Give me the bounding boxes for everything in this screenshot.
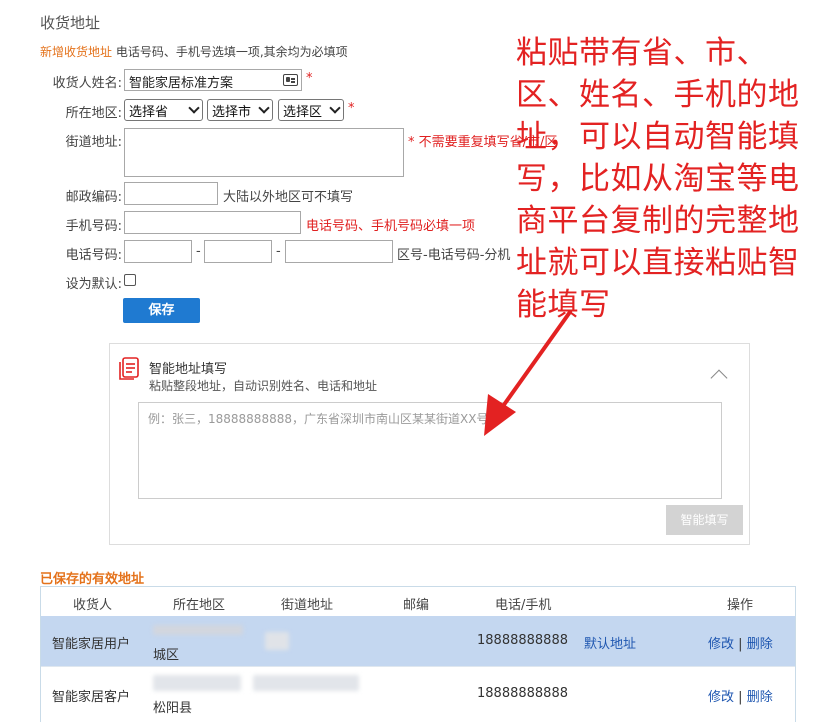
save-button[interactable]: 保存 bbox=[123, 298, 200, 323]
smart-panel-subtitle: 粘贴整段地址，自动识别姓名、电话和地址 bbox=[149, 379, 378, 393]
smart-address-placeholder: 例：张三，18888888888，广东省深圳市南山区某某街道XX号 bbox=[148, 412, 489, 426]
postal-input[interactable] bbox=[124, 182, 218, 205]
street-label: 街道地址: bbox=[65, 135, 122, 150]
phone-dash: - bbox=[196, 244, 201, 259]
chevron-down-icon bbox=[188, 102, 200, 114]
edit-link[interactable]: 修改 bbox=[708, 690, 734, 705]
province-value: 选择省 bbox=[129, 105, 169, 120]
header-street: 街道地址 bbox=[281, 598, 334, 613]
table-row[interactable]: 智能家居客户 松阳县 18888888888 修改 | 删除 bbox=[41, 666, 795, 722]
contact-card-icon[interactable] bbox=[283, 74, 298, 86]
phone-note: 区号-电话号码-分机 bbox=[397, 248, 511, 263]
header-phone: 电话/手机 bbox=[495, 598, 552, 613]
edit-link[interactable]: 修改 bbox=[708, 637, 734, 652]
province-select[interactable]: 选择省 bbox=[124, 99, 203, 121]
form-subheader: 新增收货地址 电话号码、手机号选填一项,其余均为必填项 bbox=[40, 43, 348, 60]
section-title: 收货地址 bbox=[40, 14, 101, 32]
redacted-region bbox=[153, 625, 243, 635]
saved-address-table: 收货人 所在地区 街道地址 邮编 电话/手机 操作 智能家居用户 城区 1888… bbox=[40, 586, 796, 722]
chevron-down-icon bbox=[329, 102, 341, 114]
phone-dash: - bbox=[276, 244, 281, 259]
new-address-label: 新增收货地址 bbox=[40, 45, 113, 59]
smart-address-textarea[interactable]: 例：张三，18888888888，广东省深圳市南山区某某街道XX号 bbox=[138, 402, 722, 499]
mobile-label: 手机号码: bbox=[65, 219, 122, 234]
region-tail: 城区 bbox=[153, 648, 180, 663]
region-label: 所在地区: bbox=[65, 106, 122, 121]
recipient-name: 智能家居客户 bbox=[52, 690, 131, 705]
row-actions: 修改 | 删除 bbox=[708, 686, 773, 705]
street-textarea[interactable] bbox=[124, 128, 404, 177]
action-separator: | bbox=[738, 690, 743, 705]
document-icon bbox=[119, 357, 139, 380]
smart-fill-button[interactable]: 智能填写 bbox=[666, 505, 743, 535]
row-actions: 修改 | 删除 bbox=[708, 633, 773, 652]
postal-label: 邮政编码: bbox=[65, 190, 122, 205]
city-select[interactable]: 选择市 bbox=[207, 99, 273, 121]
area-code-input[interactable] bbox=[124, 240, 192, 263]
collapse-chevron-icon[interactable] bbox=[710, 369, 728, 387]
redacted-street bbox=[253, 675, 359, 691]
default-address-link[interactable]: 默认地址 bbox=[584, 633, 636, 652]
smart-address-panel: 智能地址填写 粘贴整段地址，自动识别姓名、电话和地址 例：张三，18888888… bbox=[109, 343, 750, 545]
header-recipient: 收货人 bbox=[73, 598, 113, 613]
redacted-street bbox=[265, 632, 289, 650]
postal-note: 大陆以外地区可不填写 bbox=[223, 190, 354, 205]
default-label: 设为默认: bbox=[65, 277, 122, 292]
name-value: 智能家居标准方案 bbox=[129, 76, 234, 91]
annotation-arrow-icon bbox=[484, 310, 572, 436]
district-value: 选择区 bbox=[283, 105, 323, 120]
header-postcode: 邮编 bbox=[403, 598, 430, 613]
extension-input[interactable] bbox=[285, 240, 393, 263]
phone-value: 18888888888 bbox=[477, 686, 568, 701]
chevron-down-icon bbox=[258, 102, 270, 114]
phone-label: 电话号码: bbox=[65, 248, 122, 263]
action-separator: | bbox=[738, 637, 743, 652]
header-region: 所在地区 bbox=[173, 598, 226, 613]
table-row[interactable]: 智能家居用户 城区 18888888888 默认地址 修改 | 删除 bbox=[41, 616, 795, 666]
default-checkbox[interactable] bbox=[124, 274, 136, 286]
saved-addresses-title: 已保存的有效地址 bbox=[40, 572, 145, 587]
redacted-region bbox=[153, 675, 241, 691]
smart-panel-title: 智能地址填写 bbox=[149, 362, 228, 377]
delete-link[interactable]: 删除 bbox=[747, 637, 773, 652]
form-hint: 电话号码、手机号选填一项,其余均为必填项 bbox=[115, 45, 348, 59]
annotation-text: 粘贴带有省、市、区、姓名、手机的地址，可以自动智能填写，比如从淘宝等电商平台复制… bbox=[516, 35, 800, 323]
phone-number-input[interactable] bbox=[204, 240, 272, 263]
city-value: 选择市 bbox=[212, 105, 252, 120]
mobile-note: 电话号码、手机号码必填一项 bbox=[306, 219, 476, 234]
required-mark: * bbox=[306, 71, 313, 86]
recipient-name: 智能家居用户 bbox=[52, 637, 131, 652]
header-actions: 操作 bbox=[727, 598, 754, 613]
name-input[interactable]: 智能家居标准方案 bbox=[124, 69, 302, 91]
phone-value: 18888888888 bbox=[477, 633, 568, 648]
delete-link[interactable]: 删除 bbox=[747, 690, 773, 705]
district-select[interactable]: 选择区 bbox=[278, 99, 344, 121]
required-mark: * bbox=[348, 101, 355, 116]
name-label: 收货人姓名: bbox=[52, 76, 122, 91]
region-tail: 松阳县 bbox=[153, 701, 193, 716]
mobile-input[interactable] bbox=[124, 211, 301, 234]
